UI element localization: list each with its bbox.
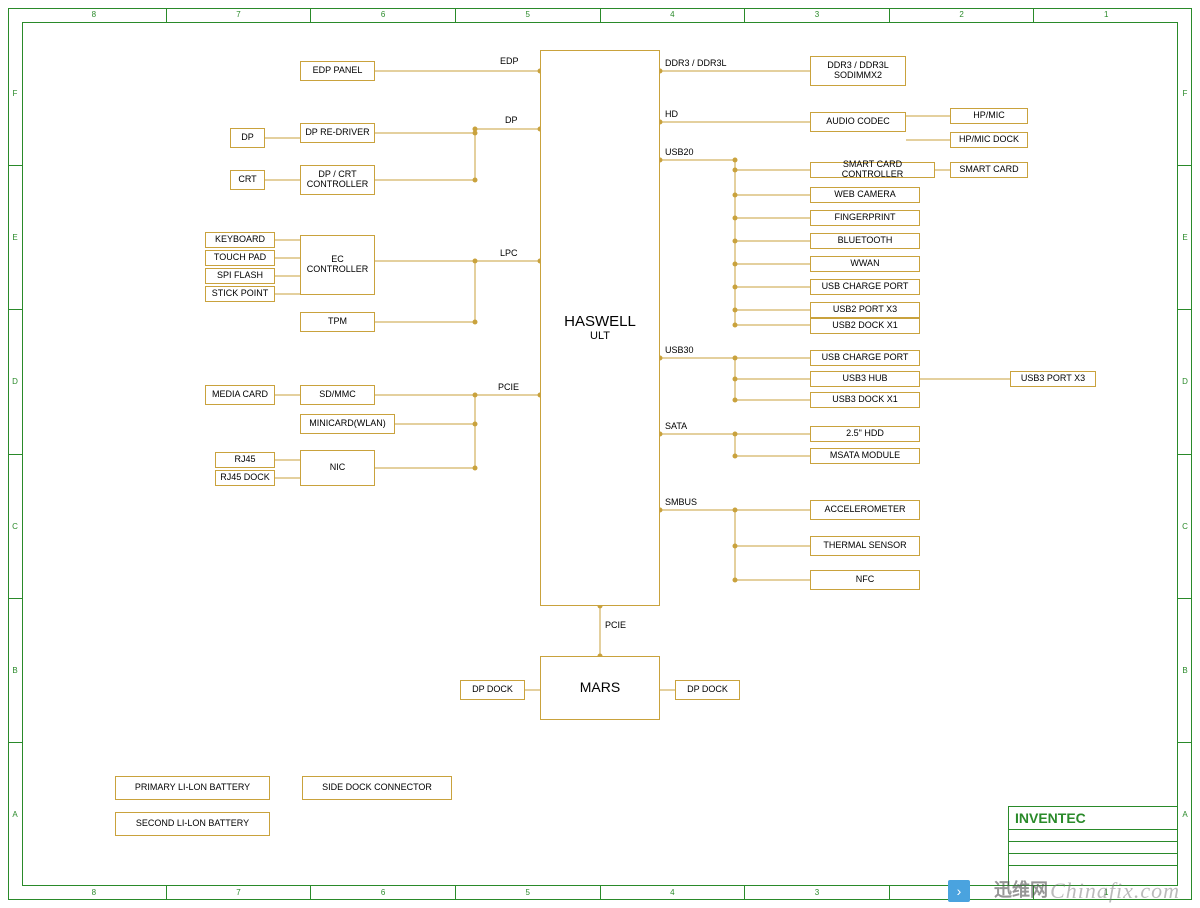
ruler-top: 87654321 — [22, 8, 1178, 22]
block-dp: DP — [230, 128, 265, 148]
block-hp-mic: HP/MIC — [950, 108, 1028, 124]
block-usb2-port-x3: USB2 PORT X3 — [810, 302, 920, 318]
block-25-hdd: 2.5" HDD — [810, 426, 920, 442]
label-usb20: USB20 — [665, 147, 694, 157]
block-dp-redriver: DP RE-DRIVER — [300, 123, 375, 143]
block-crt: CRT — [230, 170, 265, 190]
block-smart-card: SMART CARD — [950, 162, 1028, 178]
block-rj45: RJ45 — [215, 452, 275, 468]
block-stick-point: STICK POINT — [205, 286, 275, 302]
label-pcie-down: PCIE — [605, 620, 626, 630]
block-second-battery: SECOND LI-LON BATTERY — [115, 812, 270, 836]
block-dp-dock-right: DP DOCK — [675, 680, 740, 700]
block-msata-module: MSATA MODULE — [810, 448, 920, 464]
block-ec-controller: EC CONTROLLER — [300, 235, 375, 295]
block-rj45-dock: RJ45 DOCK — [215, 470, 275, 486]
label-edp: EDP — [500, 56, 519, 66]
block-nfc: NFC — [810, 570, 920, 590]
label-hd: HD — [665, 109, 678, 119]
block-wwan: WWAN — [810, 256, 920, 272]
label-sata: SATA — [665, 421, 687, 431]
block-usb3-dock-x1: USB3 DOCK X1 — [810, 392, 920, 408]
block-media-card: MEDIA CARD — [205, 385, 275, 405]
block-dp-dock-left: DP DOCK — [460, 680, 525, 700]
ruler-left: FEDCBA — [8, 22, 22, 886]
label-pcie-left: PCIE — [498, 382, 519, 392]
block-minicard-wlan: MINICARD(WLAN) — [300, 414, 395, 434]
watermark-cn: 迅维网 — [994, 876, 1048, 902]
block-hp-mic-dock: HP/MIC DOCK — [950, 132, 1028, 148]
block-spi-flash: SPI FLASH — [205, 268, 275, 284]
block-haswell: HASWELL ULT — [540, 50, 660, 606]
block-sdmmc: SD/MMC — [300, 385, 375, 405]
block-primary-battery: PRIMARY LI-LON BATTERY — [115, 776, 270, 800]
block-smart-card-controller: SMART CARD CONTROLLER — [810, 162, 935, 178]
block-touchpad: TOUCH PAD — [205, 250, 275, 266]
watermark-site: Chinafix.com — [1050, 878, 1180, 904]
block-usb3-port-x3: USB3 PORT X3 — [1010, 371, 1096, 387]
label-dp: DP — [505, 115, 518, 125]
label-lpc: LPC — [500, 248, 518, 258]
block-accelerometer: ACCELEROMETER — [810, 500, 920, 520]
block-keyboard: KEYBOARD — [205, 232, 275, 248]
block-fingerprint: FINGERPRINT — [810, 210, 920, 226]
haswell-sub: ULT — [590, 330, 610, 342]
block-tpm: TPM — [300, 312, 375, 332]
block-dp-crt-controller: DP / CRT CONTROLLER — [300, 165, 375, 195]
block-thermal-sensor: THERMAL SENSOR — [810, 536, 920, 556]
block-usb-charge-port-3: USB CHARGE PORT — [810, 350, 920, 366]
haswell-title: HASWELL — [564, 314, 636, 331]
block-usb3-hub: USB3 HUB — [810, 371, 920, 387]
title-block: INVENTEC — [1008, 806, 1178, 886]
label-smbus: SMBUS — [665, 497, 697, 507]
block-ddr-sodimm: DDR3 / DDR3L SODIMMX2 — [810, 56, 906, 86]
company-name: INVENTEC — [1009, 807, 1177, 830]
block-nic: NIC — [300, 450, 375, 486]
block-audio-codec: AUDIO CODEC — [810, 112, 906, 132]
block-usb2-dock-x1: USB2 DOCK X1 — [810, 318, 920, 334]
block-web-camera: WEB CAMERA — [810, 187, 920, 203]
watermark-arrow-icon: › — [948, 880, 970, 902]
block-side-dock-connector: SIDE DOCK CONNECTOR — [302, 776, 452, 800]
block-usb-charge-port-2: USB CHARGE PORT — [810, 279, 920, 295]
block-bluetooth: BLUETOOTH — [810, 233, 920, 249]
label-ddr: DDR3 / DDR3L — [665, 58, 727, 68]
ruler-right: FEDCBA — [1178, 22, 1192, 886]
block-edp-panel: EDP PANEL — [300, 61, 375, 81]
block-mars: MARS — [540, 656, 660, 720]
label-usb30: USB30 — [665, 345, 694, 355]
